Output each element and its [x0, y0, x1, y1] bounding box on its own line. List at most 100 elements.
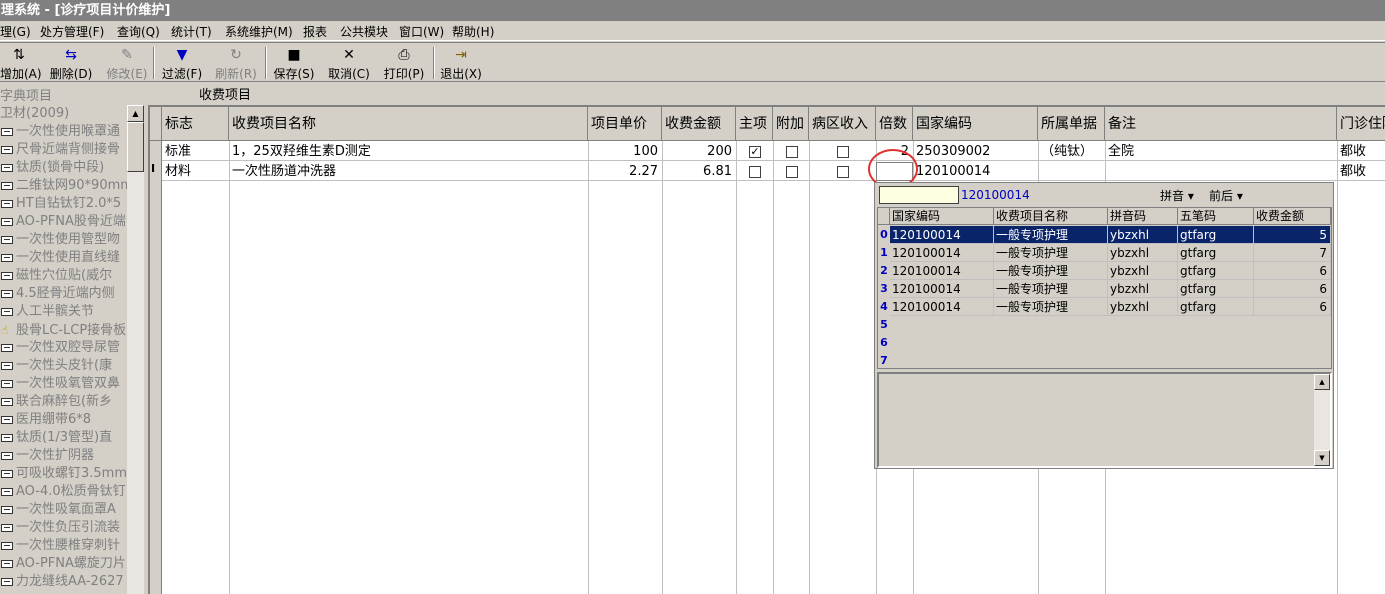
- list-item[interactable]: 钛质(1/3管型)直: [0, 429, 130, 447]
- lookup-cell-pinyin[interactable]: ybzxhl: [1108, 226, 1178, 244]
- col-header-note[interactable]: 备注: [1105, 107, 1337, 141]
- dict-scrollbar[interactable]: ▲: [127, 105, 144, 594]
- col-header-ward[interactable]: 病区收入: [809, 107, 876, 141]
- lookup-cell-wubi[interactable]: gtfarg: [1178, 226, 1254, 244]
- lookup-cell-code[interactable]: 120100014: [890, 298, 994, 316]
- cell-amount[interactable]: 6.81: [662, 162, 736, 181]
- menu-item-system[interactable]: 系统维护(M): [225, 23, 293, 40]
- list-item[interactable]: 一次性吸氧面罩A: [0, 501, 130, 519]
- save-button[interactable]: ■ 保存(S): [271, 45, 317, 81]
- cancel-button[interactable]: ✕ 取消(C): [326, 45, 372, 81]
- list-item[interactable]: 可吸收螺钉3.5mm: [0, 465, 130, 483]
- lookup-col-amount[interactable]: 收费金额: [1254, 208, 1331, 225]
- lookup-cell-pinyin[interactable]: ybzxhl: [1108, 262, 1178, 280]
- col-header-amount[interactable]: 收费金额: [662, 107, 736, 141]
- lookup-cell-amount[interactable]: 6: [1254, 280, 1331, 298]
- cell-flag[interactable]: 标准: [162, 142, 229, 161]
- lookup-cell-code[interactable]: 120100014: [890, 244, 994, 262]
- cell-bill[interactable]: （纯钛）: [1038, 142, 1105, 161]
- menu-item-window[interactable]: 窗口(W): [399, 23, 444, 40]
- refresh-button[interactable]: ↻ 刷新(R): [213, 45, 259, 81]
- menu-item-query[interactable]: 查询(Q): [117, 23, 160, 40]
- col-header-main[interactable]: 主项: [736, 107, 773, 141]
- cell-op[interactable]: 都收: [1337, 142, 1385, 161]
- col-header-op[interactable]: 门诊住院: [1337, 107, 1385, 141]
- list-item[interactable]: 一次性吸氧管双鼻: [0, 375, 130, 393]
- ward-checkbox[interactable]: [837, 146, 849, 158]
- pinyin-dropdown[interactable]: 拼音 ▾: [1160, 187, 1194, 204]
- scroll-thumb[interactable]: [127, 122, 144, 172]
- lookup-cell-wubi[interactable]: gtfarg: [1178, 244, 1254, 262]
- col-header-price[interactable]: 项目单价: [588, 107, 662, 141]
- cell-note[interactable]: [1105, 162, 1337, 181]
- lookup-col-wubi[interactable]: 五笔码: [1178, 208, 1254, 225]
- menu-item-prescription[interactable]: 处方管理(F): [40, 23, 104, 40]
- list-item[interactable]: 二维钛网90*90mm: [0, 177, 130, 195]
- edit-button[interactable]: ✎ 修改(E): [104, 45, 150, 81]
- lookup-cell-amount[interactable]: 6: [1254, 262, 1331, 280]
- list-item[interactable]: AO-PFNA螺旋刀片: [0, 555, 130, 573]
- menu-item-stats[interactable]: 统计(T): [171, 23, 212, 40]
- list-item[interactable]: 医用绷带6*8: [0, 411, 130, 429]
- extra-checkbox[interactable]: [786, 166, 798, 178]
- lookup-cell-amount[interactable]: 7: [1254, 244, 1331, 262]
- lookup-cell-code[interactable]: 120100014: [890, 280, 994, 298]
- ward-checkbox[interactable]: [837, 166, 849, 178]
- scroll-up-icon[interactable]: ▲: [1314, 374, 1330, 390]
- col-header-flag[interactable]: 标志: [162, 107, 229, 141]
- menu-item-help[interactable]: 帮助(H): [452, 23, 494, 40]
- list-item[interactable]: AO-4.0松质骨钛钉: [0, 483, 130, 501]
- lookup-cell-pinyin[interactable]: ybzxhl: [1108, 280, 1178, 298]
- cell-name[interactable]: 1，25双羟维生素D测定: [229, 142, 588, 161]
- lookup-cell-name[interactable]: 一般专项护理: [994, 244, 1108, 262]
- main-checkbox[interactable]: ✓: [749, 146, 761, 158]
- lookup-cell-code[interactable]: 120100014: [890, 262, 994, 280]
- lookup-cell-pinyin[interactable]: ybzxhl: [1108, 298, 1178, 316]
- list-item[interactable]: 一次性负压引流装: [0, 519, 130, 537]
- list-item[interactable]: AO-PFNA股骨近端: [0, 213, 130, 231]
- menu-item-g[interactable]: 理(G): [0, 23, 31, 40]
- list-item[interactable]: 联合麻醉包(新乡: [0, 393, 130, 411]
- list-item[interactable]: 磁性穴位贴(威尔: [0, 267, 130, 285]
- cell-price[interactable]: 2.27: [588, 162, 662, 181]
- cell-bill[interactable]: [1038, 162, 1105, 181]
- cell-code[interactable]: 120100014: [913, 162, 1038, 181]
- menu-item-report[interactable]: 报表: [303, 23, 327, 40]
- cell-op[interactable]: 都收: [1337, 162, 1385, 181]
- col-header-extra[interactable]: 附加: [773, 107, 809, 141]
- memo-scrollbar[interactable]: ▲ ▼: [1314, 374, 1330, 466]
- delete-button[interactable]: ⇆ 删除(D): [48, 45, 94, 81]
- lookup-cell-amount[interactable]: 5: [1254, 226, 1331, 244]
- list-item[interactable]: 人工半髌关节: [0, 303, 130, 321]
- lookup-memo-area[interactable]: ▲ ▼: [877, 372, 1332, 468]
- cell-note[interactable]: 全院: [1105, 142, 1337, 161]
- print-button[interactable]: ⎙ 打印(P): [381, 45, 427, 81]
- list-item[interactable]: 一次性双腔导尿管: [0, 339, 130, 357]
- exit-button[interactable]: ⇥ 退出(X): [438, 45, 484, 81]
- list-item[interactable]: 钛质(锁骨中段): [0, 159, 130, 177]
- lookup-cell-wubi[interactable]: gtfarg: [1178, 262, 1254, 280]
- cell-price[interactable]: 100: [588, 142, 662, 161]
- add-button[interactable]: ⇅ 增加(A): [0, 45, 42, 81]
- col-header-code[interactable]: 国家编码: [913, 107, 1038, 141]
- list-item[interactable]: 4.5胫骨近端内侧: [0, 285, 130, 303]
- lookup-cell-name[interactable]: 一般专项护理: [994, 226, 1108, 244]
- list-item[interactable]: 力龙缝线AA-2627: [0, 573, 130, 591]
- lookup-cell-code[interactable]: 120100014: [890, 226, 994, 244]
- list-item[interactable]: 一次性使用直线缝: [0, 249, 130, 267]
- cell-name[interactable]: 一次性肠道冲洗器: [229, 162, 588, 181]
- lookup-cell-name[interactable]: 一般专项护理: [994, 262, 1108, 280]
- col-header-bill[interactable]: 所属单据: [1038, 107, 1105, 141]
- filter-button[interactable]: ▼ 过滤(F): [159, 45, 205, 81]
- lookup-col-pinyin[interactable]: 拼音码: [1108, 208, 1178, 225]
- lookup-col-name[interactable]: 收费项目名称: [994, 208, 1108, 225]
- cell-flag[interactable]: 材料: [162, 162, 229, 181]
- dict-root[interactable]: 卫材(2009): [0, 105, 130, 123]
- list-item[interactable]: 一次性使用喉罩通: [0, 123, 130, 141]
- scroll-up-icon[interactable]: ▲: [127, 105, 144, 122]
- list-item[interactable]: 尺骨近端背侧接骨: [0, 141, 130, 159]
- main-checkbox[interactable]: [749, 166, 761, 178]
- lookup-col-code[interactable]: 国家编码: [890, 208, 994, 225]
- list-item[interactable]: 一次性头皮针(康: [0, 357, 130, 375]
- list-item[interactable]: ☝ 股骨LC-LCP接骨板: [0, 321, 130, 339]
